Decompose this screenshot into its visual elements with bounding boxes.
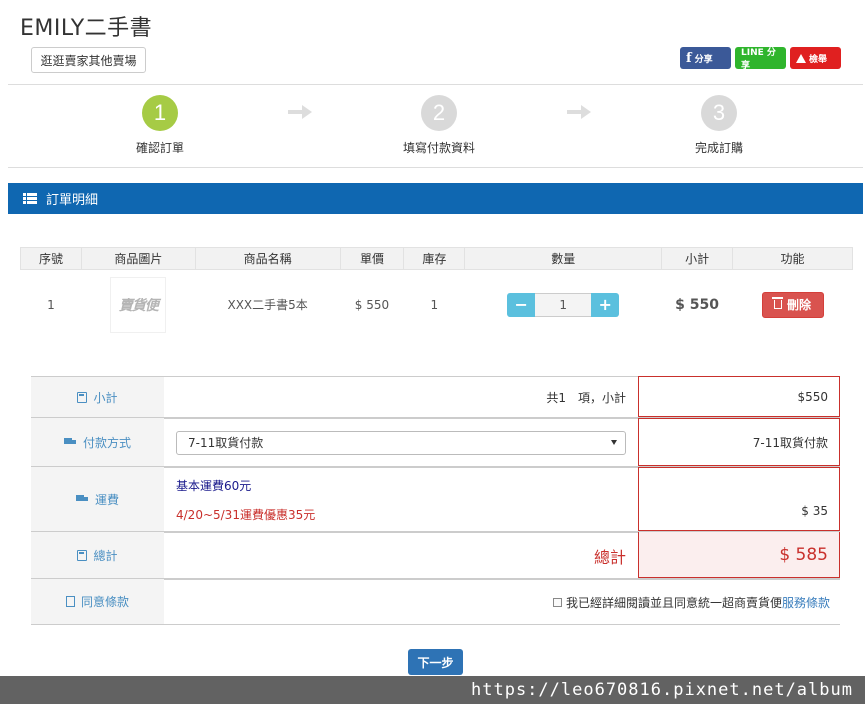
summary-payment-row: 付款方式 7-11取貨付款 7-11取貨付款	[31, 418, 840, 467]
step-3: 3 完成訂購	[659, 95, 779, 156]
facebook-share-button[interactable]: f 分享	[680, 47, 731, 69]
column-header: 功能	[732, 247, 853, 270]
checkout-steps: 1 確認訂單 2 填寫付款資料 3 完成訂購	[8, 84, 863, 168]
total-value: $ 585	[638, 532, 840, 578]
total-text: 總計	[164, 532, 638, 578]
unit-price: $ 550	[354, 297, 390, 312]
shipping-info: 基本運費60元 4/20~5/31運費優惠35元	[164, 467, 638, 531]
shop-title: EMILY二手書	[20, 16, 153, 41]
base-shipping-text: 基本運費60元	[176, 478, 252, 493]
facebook-icon: f	[686, 50, 692, 66]
list-icon	[23, 193, 37, 204]
section-title: 訂單明細	[46, 193, 99, 208]
summary-label: 小計	[31, 376, 164, 417]
step-number: 1	[142, 95, 178, 131]
summary-label: 總計	[31, 532, 164, 578]
payment-value: 7-11取貨付款	[638, 418, 840, 466]
step-number: 2	[421, 95, 457, 131]
product-image-logo: 賣貨便	[118, 297, 159, 314]
column-header: 單價	[339, 247, 405, 270]
warning-icon	[796, 53, 806, 63]
next-step-button[interactable]: 下一步	[408, 649, 463, 675]
calculator-icon	[77, 549, 88, 561]
shipping-promo-text: 4/20~5/31運費優惠35元	[176, 507, 316, 522]
table-header-row: 序號 商品圖片 商品名稱 單價 庫存 數量 小計 功能	[20, 247, 853, 270]
delete-label: 刪除	[787, 298, 812, 313]
order-summary: 小計 共1 項，小計 $550 付款方式 7-11取貨付款 7-11取貨付款 運…	[31, 376, 840, 625]
plus-icon: +	[598, 295, 612, 315]
table-row: 1 賣貨便 XXX二手書5本 $ 550 1 − 1 + $ 550 刪除	[21, 270, 853, 340]
payment-label: 付款方式	[82, 435, 131, 450]
line-share-label: LINE 分享	[741, 48, 776, 71]
summary-label: 付款方式	[31, 418, 164, 466]
facebook-share-label: 分享	[694, 54, 713, 65]
chevron-down-icon	[611, 440, 617, 445]
increase-quantity-button[interactable]: +	[591, 292, 620, 317]
column-header: 庫存	[403, 247, 466, 270]
step-1: 1 確認訂單	[100, 95, 220, 156]
total-label: 總計	[93, 548, 118, 563]
quantity-input[interactable]: 1	[535, 292, 592, 317]
terms-text: 我已經詳細閱讀並且同意統一超商賣貨便	[565, 595, 782, 610]
delete-button[interactable]: 刪除	[761, 291, 824, 318]
document-icon	[65, 596, 75, 607]
terms-label: 同意條款	[80, 595, 129, 609]
order-items-table: 序號 商品圖片 商品名稱 單價 庫存 數量 小計 功能 1 賣貨便 XXX二手書…	[20, 247, 853, 340]
product-image-cell: 賣貨便	[81, 270, 195, 340]
share-buttons: f 分享 LINE 分享 檢舉	[680, 47, 841, 71]
other-stores-button[interactable]: 逛逛賣家其他賣場	[31, 47, 146, 73]
subtotal-text: 共1 項，小計	[164, 376, 638, 417]
column-header: 數量	[464, 247, 663, 270]
quantity-stepper: − 1 +	[507, 292, 620, 317]
decrease-quantity-button[interactable]: −	[507, 292, 536, 317]
subtotal-value: $550	[638, 376, 840, 417]
truck-icon	[75, 494, 89, 504]
stock: 1	[430, 297, 439, 312]
order-detail-header: 訂單明細	[8, 183, 863, 214]
trash-icon	[772, 297, 783, 310]
summary-shipping-row: 運費 基本運費60元 4/20~5/31運費優惠35元 $ 35	[31, 467, 840, 532]
column-header: 商品名稱	[194, 247, 341, 270]
row-subtotal: $ 550	[675, 296, 720, 313]
minus-icon: −	[514, 295, 528, 315]
summary-total-row: 總計 總計 $ 585	[31, 532, 840, 579]
report-button[interactable]: 檢舉	[790, 47, 841, 69]
column-header: 小計	[661, 247, 734, 270]
step-label: 確認訂單	[135, 141, 184, 155]
action-cell: 刪除	[733, 270, 853, 340]
quantity-cell: − 1 +	[465, 270, 662, 340]
shipping-value: $ 35	[638, 467, 840, 531]
column-header: 商品圖片	[80, 247, 196, 270]
summary-label: 運費	[31, 467, 164, 531]
summary-terms-row: 同意條款 我已經詳細閱讀並且同意統一超商賣貨便 服務條款	[31, 579, 840, 625]
subtotal-label: 小計	[93, 390, 118, 405]
payment-method-select[interactable]: 7-11取貨付款	[176, 430, 626, 455]
step-label: 填寫付款資料	[402, 141, 475, 155]
terms-link[interactable]: 服務條款	[782, 594, 830, 611]
step-label: 完成訂購	[694, 141, 743, 155]
product-name: XXX二手書5本	[227, 298, 308, 313]
report-label: 檢舉	[809, 54, 828, 65]
agree-terms-checkbox[interactable]	[552, 597, 562, 607]
column-header: 序號	[20, 247, 82, 270]
step-arrow-icon	[567, 105, 591, 119]
watermark-text: https://leo670816.pixnet.net/album	[0, 676, 865, 704]
payment-select-cell: 7-11取貨付款	[164, 418, 638, 466]
product-image[interactable]: 賣貨便	[110, 276, 167, 333]
step-arrow-icon	[288, 105, 312, 119]
truck-icon	[63, 437, 77, 447]
step-2: 2 填寫付款資料	[379, 95, 499, 156]
step-number: 3	[701, 95, 737, 131]
shipping-label: 運費	[94, 492, 119, 507]
row-index: 1	[47, 297, 55, 312]
summary-subtotal-row: 小計 共1 項，小計 $550	[31, 376, 840, 418]
terms-agreement: 我已經詳細閱讀並且同意統一超商賣貨便 服務條款	[164, 579, 840, 624]
summary-label: 同意條款	[31, 579, 164, 624]
line-share-button[interactable]: LINE 分享	[735, 47, 786, 71]
calculator-icon	[77, 391, 88, 403]
payment-method-selected: 7-11取貨付款	[188, 436, 264, 450]
